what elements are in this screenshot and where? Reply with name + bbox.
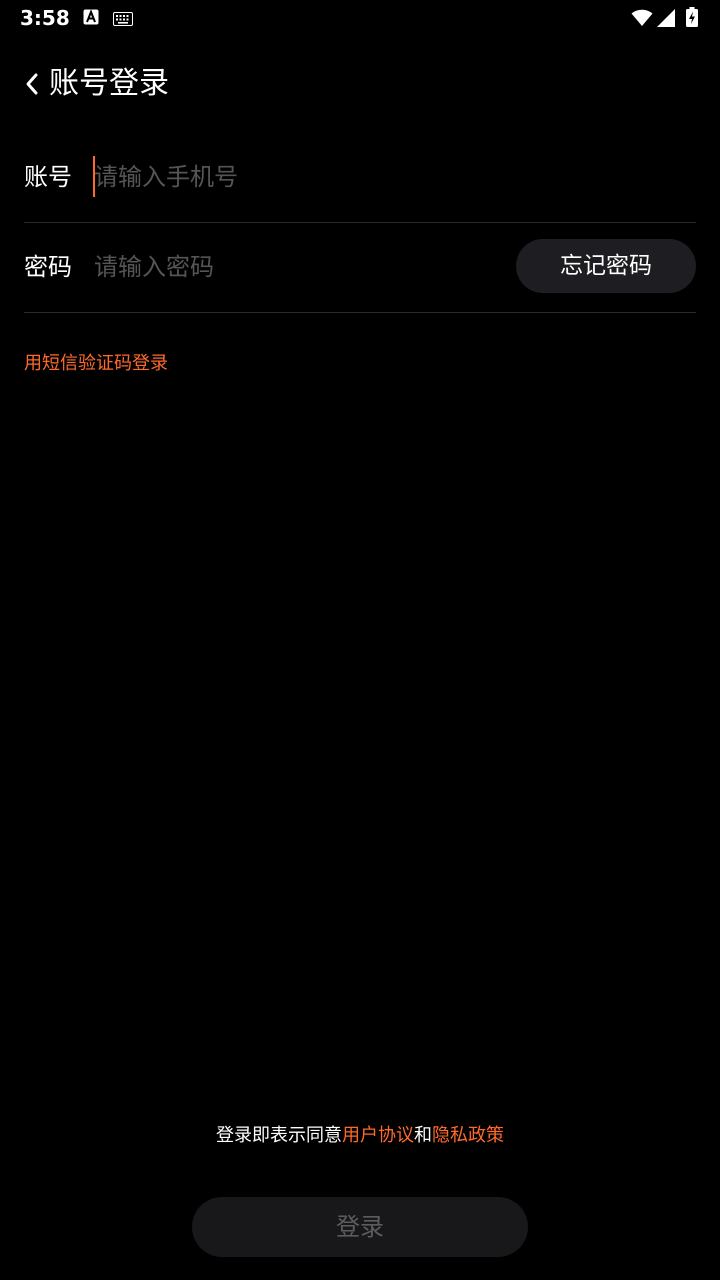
forgot-password-button[interactable]: 忘记密码: [516, 239, 696, 293]
page-title: 账号登录: [49, 66, 169, 101]
battery-charging-icon: [686, 7, 698, 27]
agreement-text: 登录即表示同意用户协议和隐私政策: [0, 1123, 720, 1149]
login-button[interactable]: 登录: [192, 1197, 528, 1257]
signal-icon: [657, 9, 675, 27]
account-label: 账号: [24, 163, 72, 191]
password-row: 密码 忘记密码: [24, 222, 696, 313]
account-input[interactable]: [94, 156, 474, 198]
status-bar: 3:58: [0, 0, 720, 36]
wifi-icon: [631, 9, 653, 27]
status-time: 3:58: [20, 6, 70, 30]
password-label: 密码: [24, 253, 72, 281]
chevron-left-icon: [26, 73, 38, 95]
account-row: 账号: [24, 132, 696, 223]
agreement-prefix: 登录即表示同意: [216, 1125, 342, 1146]
keyboard-icon: [113, 11, 133, 26]
user-agreement-link[interactable]: 用户协议: [342, 1125, 414, 1146]
sms-login-link[interactable]: 用短信验证码登录: [24, 352, 168, 376]
header: 账号登录: [0, 56, 720, 112]
privacy-policy-link[interactable]: 隐私政策: [432, 1125, 504, 1146]
password-input[interactable]: [94, 246, 474, 288]
back-button[interactable]: [18, 68, 46, 100]
agreement-and: 和: [414, 1125, 432, 1146]
text-a-icon: [83, 9, 99, 25]
